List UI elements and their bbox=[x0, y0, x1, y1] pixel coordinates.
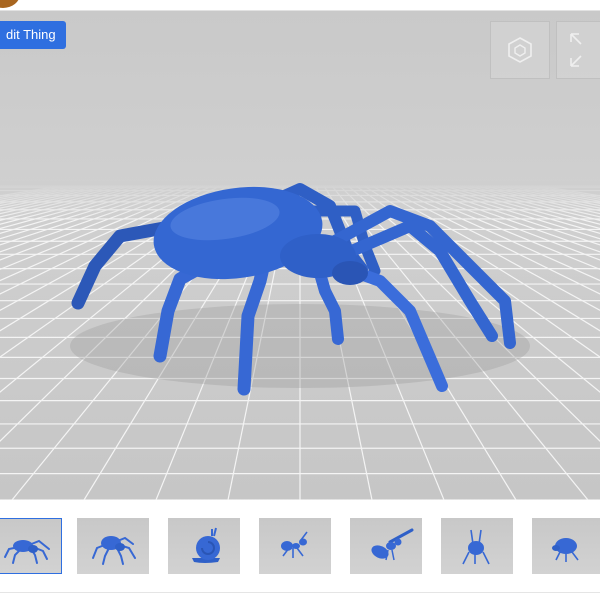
spider-icon bbox=[4, 539, 50, 564]
thumbnail-2[interactable] bbox=[77, 518, 149, 574]
thumbnail-4[interactable] bbox=[259, 518, 331, 574]
cube-icon bbox=[508, 37, 532, 63]
spider-icon bbox=[92, 536, 136, 565]
thumbnail-1[interactable] bbox=[0, 518, 62, 574]
grasshopper-icon bbox=[462, 529, 490, 565]
beetle-icon bbox=[552, 538, 579, 562]
thumbnail-7[interactable] bbox=[532, 518, 600, 574]
model-viewer[interactable]: dit Thing bbox=[0, 11, 600, 500]
model-scene bbox=[0, 181, 600, 500]
snail-icon bbox=[192, 527, 220, 563]
wasp-icon bbox=[371, 528, 414, 561]
divider bbox=[0, 592, 600, 593]
thumbnail-5[interactable] bbox=[350, 518, 422, 574]
thumbnail-6[interactable] bbox=[441, 518, 513, 574]
expand-icon bbox=[570, 33, 582, 67]
thumbnail-3[interactable] bbox=[168, 518, 240, 574]
ant-icon bbox=[281, 531, 308, 558]
user-avatar[interactable] bbox=[0, 0, 20, 8]
3d-view-button[interactable] bbox=[490, 21, 550, 79]
top-bar bbox=[0, 0, 600, 11]
edit-thing-button[interactable]: dit Thing bbox=[0, 21, 66, 49]
fullscreen-button[interactable] bbox=[556, 21, 600, 79]
